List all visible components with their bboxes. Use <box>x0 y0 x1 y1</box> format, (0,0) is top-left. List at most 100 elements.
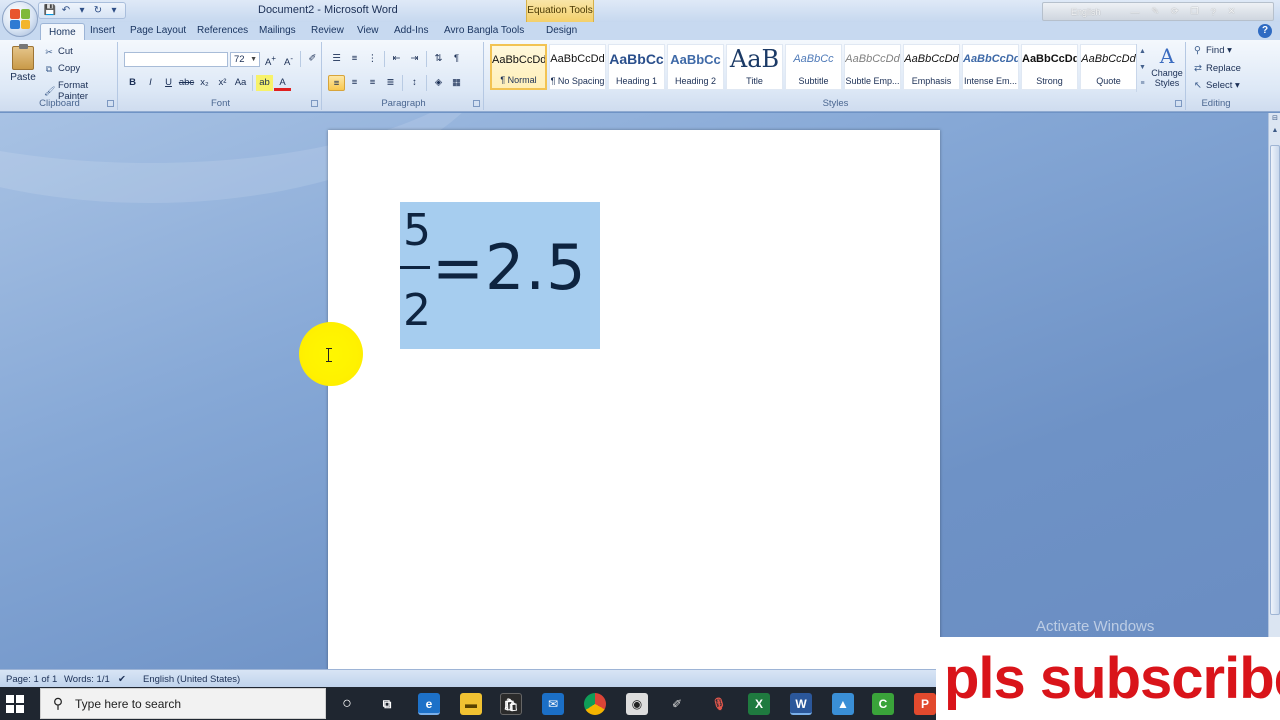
strikethrough-icon[interactable]: abc <box>178 75 195 91</box>
highlight-icon[interactable]: ab <box>256 75 273 91</box>
webcam-icon[interactable]: ◉ <box>626 693 648 715</box>
clear-formatting-icon[interactable]: ✐ <box>304 51 321 67</box>
word-icon[interactable]: W <box>790 693 812 715</box>
tab-view[interactable]: View <box>357 25 379 36</box>
excel-icon[interactable]: X <box>748 693 770 715</box>
equation-selection[interactable]: 5 2 =2.5 <box>400 202 600 349</box>
style-no-spacing[interactable]: AaBbCcDd ¶ No Spacing <box>549 44 606 90</box>
subscript-icon[interactable]: x₂ <box>196 75 213 91</box>
camtasia-icon[interactable]: C <box>872 693 894 715</box>
gallery-more-icon[interactable]: ≡ <box>1137 76 1148 92</box>
tab-mailings[interactable]: Mailings <box>259 25 296 36</box>
window-icon[interactable]: ❐ <box>1191 6 1199 17</box>
language-bar[interactable]: English — ✎ ⟳ ❐ ? ✕ <box>1042 2 1274 21</box>
font-color-icon[interactable]: A <box>274 75 291 91</box>
scrollbar-thumb[interactable] <box>1270 145 1280 615</box>
superscript-icon[interactable]: x² <box>214 75 231 91</box>
align-center-icon[interactable]: ≡ <box>346 75 363 91</box>
italic-icon[interactable]: I <box>142 75 159 91</box>
tab-design[interactable]: Design <box>546 25 577 36</box>
bullets-icon[interactable]: ☰ <box>328 51 345 67</box>
tab-avro-bangla-tools[interactable]: Avro Bangla Tools <box>444 25 524 36</box>
mail-icon[interactable]: ✉ <box>542 693 564 715</box>
multilevel-list-icon[interactable]: ⋮ <box>364 51 381 67</box>
styles-dialog-launcher[interactable] <box>1175 100 1182 107</box>
powerpoint-icon[interactable]: P <box>914 693 936 715</box>
restore-icon[interactable]: ⟳ <box>1171 6 1179 17</box>
shrink-font-icon[interactable]: A- <box>280 51 297 68</box>
style-strong[interactable]: AaBbCcDd Strong <box>1021 44 1078 90</box>
chrome-icon[interactable] <box>584 693 606 715</box>
change-case-icon[interactable]: Aa <box>232 75 249 91</box>
proofing-icon[interactable]: ✔ <box>118 674 126 685</box>
style-subtitle[interactable]: AaBbCc Subtitle <box>785 44 842 90</box>
style-normal[interactable]: AaBbCcDd ¶ Normal <box>490 44 547 90</box>
scroll-up-arrow-icon[interactable]: ▲ <box>1269 125 1280 137</box>
select-button[interactable]: ↖ Select ▾ <box>1194 80 1240 91</box>
document-page[interactable]: 5 2 =2.5 <box>328 130 940 669</box>
pilcrow-icon[interactable]: ¶ <box>448 51 465 67</box>
paragraph-dialog-launcher[interactable] <box>473 100 480 107</box>
language-status[interactable]: English (United States) <box>143 674 240 685</box>
borders-icon[interactable]: ▦ <box>448 75 465 91</box>
align-right-icon[interactable]: ≡ <box>364 75 381 91</box>
decrease-indent-icon[interactable]: ⇤ <box>388 51 405 67</box>
equation[interactable]: 5 2 =2.5 <box>400 202 600 349</box>
sort-icon[interactable]: ⇅ <box>430 51 447 67</box>
justify-icon[interactable]: ≣ <box>382 75 399 91</box>
line-spacing-icon[interactable]: ↕ <box>406 75 423 91</box>
cut-button[interactable]: ✂ Cut <box>44 46 73 57</box>
bold-icon[interactable]: B <box>124 75 141 91</box>
undo-dropdown-icon[interactable]: ▾ <box>75 4 89 17</box>
document-workspace[interactable]: 5 2 =2.5 Activate Windows <box>0 113 1268 669</box>
help-button[interactable]: ? <box>1258 24 1272 38</box>
paint-icon[interactable]: ✐ <box>666 693 688 715</box>
office-button[interactable] <box>2 1 38 37</box>
vertical-scrollbar[interactable]: ⊟ ▲ <box>1268 113 1280 637</box>
ruler-toggle-icon[interactable]: ⊟ <box>1269 113 1280 125</box>
tab-add-ins[interactable]: Add-Ins <box>394 25 428 36</box>
tab-page-layout[interactable]: Page Layout <box>130 25 186 36</box>
scroll-down-icon[interactable]: ▼ <box>1137 60 1148 76</box>
shading-icon[interactable]: ◈ <box>430 75 447 91</box>
style-subtle-emphasis[interactable]: AaBbCcDd Subtle Emp... <box>844 44 901 90</box>
cortana-icon[interactable]: ○ <box>336 693 358 715</box>
change-styles-button[interactable]: A Change Styles <box>1150 44 1184 88</box>
task-view-icon[interactable]: ⧉ <box>376 693 398 715</box>
word-count[interactable]: Words: 1/1 <box>64 674 110 685</box>
photos-icon[interactable]: ▲ <box>832 693 854 715</box>
font-name-combobox[interactable] <box>124 52 228 67</box>
style-emphasis[interactable]: AaBbCcDd Emphasis <box>903 44 960 90</box>
pen-icon[interactable]: ✎ <box>1152 6 1160 17</box>
minimize-icon[interactable]: — <box>1131 7 1140 17</box>
tab-references[interactable]: References <box>197 25 248 36</box>
close-icon[interactable]: ✕ <box>1228 6 1236 17</box>
edge-icon[interactable]: e <box>418 693 440 715</box>
copy-button[interactable]: ⧉ Copy <box>44 63 80 74</box>
file-explorer-icon[interactable]: ▬ <box>460 693 482 715</box>
save-icon[interactable]: 💾 <box>43 4 57 17</box>
align-left-icon[interactable]: ≡ <box>328 75 345 91</box>
taskbar-search-box[interactable]: ⚲ Type here to search <box>40 688 326 719</box>
grow-font-icon[interactable]: A+ <box>262 51 279 68</box>
store-icon[interactable]: 🛍 <box>500 693 522 715</box>
increase-indent-icon[interactable]: ⇥ <box>406 51 423 67</box>
style-title[interactable]: AaB Title <box>726 44 783 90</box>
numbering-icon[interactable]: ≡ <box>346 51 363 67</box>
help-icon[interactable]: ? <box>1211 7 1216 17</box>
windows-start-icon[interactable] <box>6 695 24 713</box>
redo-icon[interactable]: ↻ <box>91 4 105 17</box>
style-heading-2[interactable]: AaBbCc Heading 2 <box>667 44 724 90</box>
clipboard-dialog-launcher[interactable] <box>107 100 114 107</box>
font-size-combobox[interactable]: 72 ▼ <box>230 52 260 67</box>
microphone-icon[interactable]: 🎙 <box>708 693 730 715</box>
undo-icon[interactable]: ↶ <box>59 4 73 17</box>
underline-icon[interactable]: U <box>160 75 177 91</box>
tab-home[interactable]: Home <box>40 23 85 40</box>
replace-button[interactable]: ⇄ Replace <box>1194 63 1241 74</box>
style-heading-1[interactable]: AaBbCc Heading 1 <box>608 44 665 90</box>
language-indicator[interactable]: English <box>1071 7 1101 17</box>
tab-review[interactable]: Review <box>311 25 344 36</box>
scroll-up-icon[interactable]: ▲ <box>1137 44 1148 60</box>
find-button[interactable]: ⚲ Find ▾ <box>1194 45 1232 56</box>
